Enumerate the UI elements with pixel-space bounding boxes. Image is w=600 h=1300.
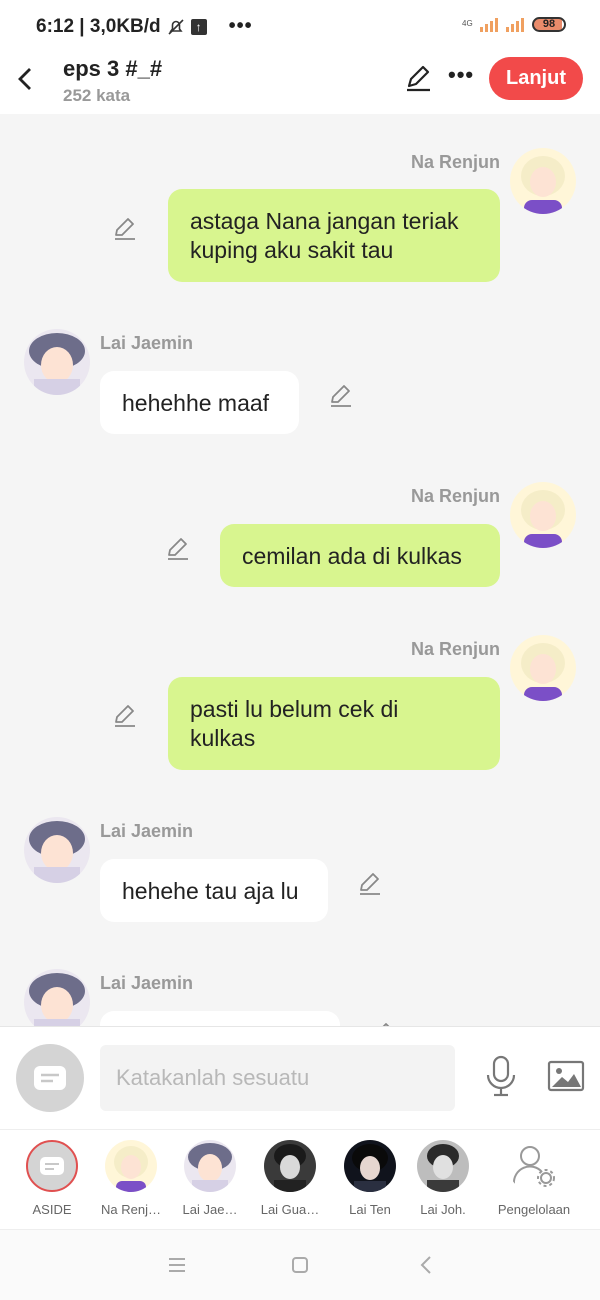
edit-icon[interactable] (112, 702, 138, 728)
message-line: astaga Nana jangan teriak (190, 208, 459, 234)
menu-icon[interactable] (166, 1254, 188, 1276)
character-label: Na Renj… (101, 1202, 161, 1217)
aside-toggle-button[interactable] (16, 1044, 84, 1112)
avatar (344, 1140, 396, 1192)
notification-more-icon: ••• (228, 15, 253, 37)
input-bar (0, 1026, 600, 1129)
home-icon[interactable] (289, 1254, 311, 1276)
manage-icon (508, 1140, 560, 1192)
more-icon[interactable]: ••• (448, 62, 474, 88)
aside-avatar (26, 1140, 78, 1192)
message-bubble[interactable]: hehehhe maaf (100, 371, 299, 434)
character-label: Lai Gua… (260, 1202, 320, 1217)
character-lai-johnny[interactable]: Lai Joh. (403, 1140, 483, 1217)
page-title: eps 3 #_# (63, 56, 163, 81)
signal-icon-2 (506, 16, 524, 32)
avatar[interactable] (24, 817, 90, 883)
character-na-renjun[interactable]: Na Renj… (91, 1140, 171, 1217)
character-label: Lai Jae… (182, 1202, 238, 1217)
sender-name: Na Renjun (410, 639, 500, 659)
edit-icon[interactable] (165, 535, 191, 561)
message-line: cemilan ada di kulkas (242, 543, 462, 569)
sender-name: Lai Jaemin (100, 973, 194, 993)
battery-icon: 98 (532, 16, 566, 32)
mic-icon[interactable] (484, 1055, 518, 1097)
signal-icon (480, 16, 498, 32)
character-aside[interactable]: ASIDE (12, 1140, 92, 1217)
chat-area[interactable]: Na Renjun astaga Nana jangan teriak kupi… (0, 114, 600, 1026)
avatar[interactable] (24, 969, 90, 1026)
character-label: ASIDE (32, 1202, 72, 1217)
avatar (105, 1140, 157, 1192)
avatar[interactable] (24, 329, 90, 395)
character-lai-jaemin[interactable]: Lai Jae… (170, 1140, 250, 1217)
message-line: pasti lu belum cek di (190, 696, 399, 722)
character-label: Pengelolaan (497, 1202, 571, 1217)
system-nav-bar (0, 1229, 600, 1300)
word-count: 252 kata (63, 86, 131, 105)
message-bubble[interactable]: astaga Nana jangan teriak kuping aku sak… (168, 189, 500, 282)
character-lai-guanlin[interactable]: Lai Gua… (250, 1140, 330, 1217)
edit-icon[interactable] (112, 215, 138, 241)
aside-icon (40, 1157, 64, 1175)
character-label: Lai Ten (349, 1202, 391, 1217)
avatar (417, 1140, 469, 1192)
edit-icon[interactable] (357, 870, 383, 896)
avatar[interactable] (510, 148, 576, 214)
message-bubble[interactable]: pasti lu belum cek di kulkas (168, 677, 500, 770)
bell-off-icon (168, 18, 184, 35)
avatar[interactable] (510, 482, 576, 548)
message-input[interactable] (100, 1045, 455, 1111)
status-right: 4G 98 (462, 16, 566, 32)
manage-characters-button[interactable]: Pengelolaan (488, 1140, 580, 1217)
sender-name: Na Renjun (410, 486, 500, 506)
status-left: 6:12 | 3,0KB/d ↑ ••• (36, 15, 253, 38)
back-icon[interactable] (416, 1254, 438, 1276)
message-bubble[interactable] (100, 1011, 340, 1026)
pencil-icon[interactable] (404, 64, 432, 92)
avatar[interactable] (510, 635, 576, 701)
header: eps 3 #_# 252 kata ••• Lanjut (0, 52, 600, 114)
message-bubble[interactable]: cemilan ada di kulkas (220, 524, 500, 587)
message-line: kulkas (190, 725, 256, 751)
avatar (184, 1140, 236, 1192)
back-arrow-icon[interactable] (14, 64, 36, 94)
upload-icon: ↑ (190, 18, 207, 35)
aside-icon (34, 1066, 66, 1090)
message-line: kuping aku sakit tau (190, 237, 394, 263)
sender-name: Na Renjun (410, 152, 500, 172)
character-lai-ten[interactable]: Lai Ten (330, 1140, 410, 1217)
message-line: hehehhe maaf (122, 390, 270, 416)
message-line: hehehe tau aja lu (122, 878, 299, 904)
network-type: 4G (462, 19, 473, 28)
character-bar: ASIDE Na Renj… Lai Jae… Lai Gua… Lai Ten… (0, 1129, 600, 1229)
message-bubble[interactable]: hehehe tau aja lu (100, 859, 328, 922)
character-label: Lai Joh. (420, 1202, 466, 1217)
status-bar: 6:12 | 3,0KB/d ↑ ••• 4G 98 (0, 0, 600, 52)
sender-name: Lai Jaemin (100, 333, 194, 353)
next-button[interactable]: Lanjut (489, 57, 583, 100)
avatar (264, 1140, 316, 1192)
image-icon[interactable] (547, 1060, 585, 1092)
edit-icon[interactable] (328, 382, 354, 408)
status-time-speed: 6:12 | 3,0KB/d (36, 15, 161, 37)
sender-name: Lai Jaemin (100, 821, 194, 841)
